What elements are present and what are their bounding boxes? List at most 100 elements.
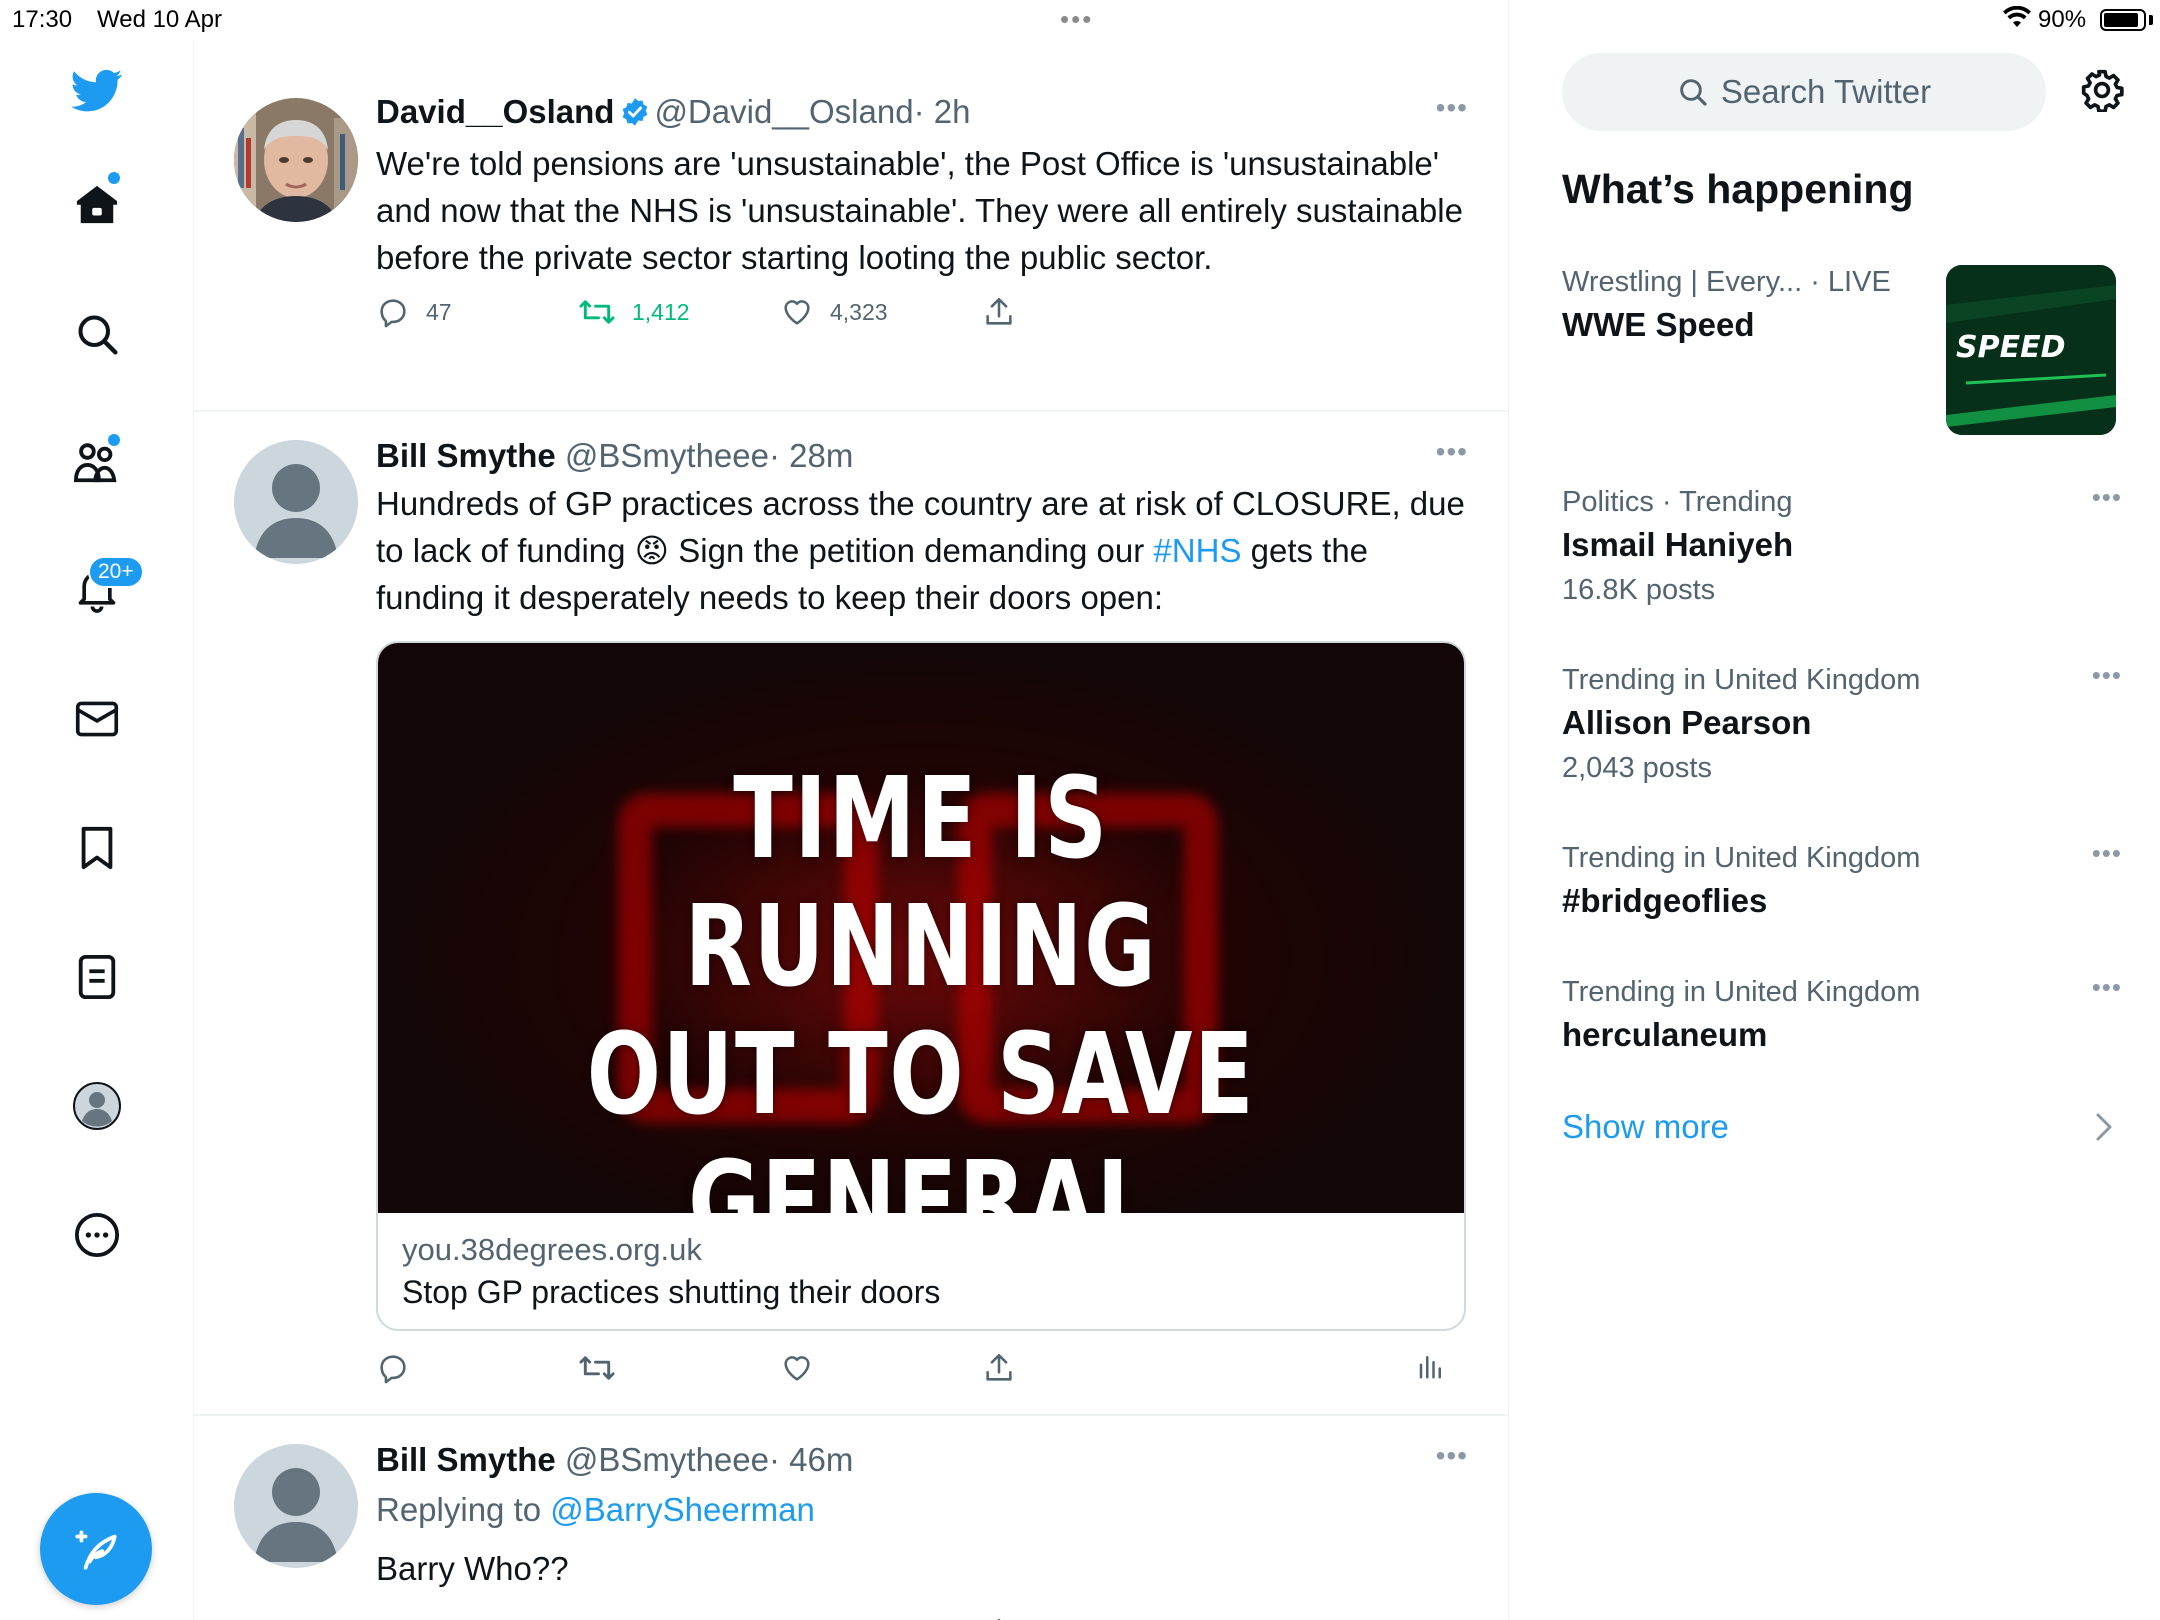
tweet-header: David__Osland @David__Osland· 2h	[376, 90, 1466, 138]
search-input[interactable]: Search Twitter	[1562, 53, 2046, 131]
bookmarks-icon[interactable]	[58, 809, 136, 887]
tweet-time[interactable]: · 2h	[914, 93, 971, 130]
whats-happening-title: What’s happening	[1562, 166, 1914, 212]
communities-icon[interactable]	[58, 424, 136, 502]
battery-percent: 90%	[2038, 6, 2087, 33]
avatar[interactable]	[234, 1444, 358, 1568]
trend-more-icon[interactable]: •••	[2092, 482, 2122, 513]
home-unread-dot	[108, 172, 120, 184]
multitasking-dots-icon[interactable]: •••	[1060, 4, 1093, 35]
notifications-badge: 20+	[88, 556, 144, 588]
trend-item[interactable]: Trending in United Kingdom herculaneum •…	[1562, 972, 2122, 1058]
retweet-button[interactable]	[578, 1616, 632, 1620]
share-button[interactable]	[982, 295, 1032, 329]
retweet-icon	[579, 1356, 615, 1380]
tweet-actions	[376, 1351, 1466, 1391]
trend-item[interactable]: Wrestling | Every... · LIVE WWE Speed	[1562, 262, 1922, 348]
chevron-right-icon[interactable]	[2094, 1112, 2114, 1147]
link-card-meta: you.38degrees.org.uk Stop GP practices s…	[378, 1213, 1464, 1329]
trend-context: Trending in United Kingdom	[1562, 664, 1921, 696]
search-icon	[1680, 79, 1707, 106]
tweet[interactable]: Bill Smythe @BSmytheee· 46m Replying to …	[194, 1416, 1508, 1620]
retweet-button[interactable]: 1,412	[578, 295, 690, 329]
compose-tweet-button[interactable]	[40, 1493, 152, 1605]
retweet-button[interactable]	[578, 1351, 632, 1385]
settings-gear-icon[interactable]	[2080, 68, 2124, 117]
twitter-logo-icon[interactable]	[58, 52, 136, 130]
more-options-icon[interactable]	[58, 1196, 136, 1274]
trend-context: Trending in United Kingdom	[1562, 976, 1921, 1008]
like-button[interactable]	[780, 1616, 830, 1620]
analytics-button[interactable]	[1416, 1351, 1462, 1381]
author-handle[interactable]: @David__Osland	[654, 93, 913, 130]
retweet-icon	[579, 300, 615, 324]
angry-face-emoji: 😡	[634, 532, 670, 569]
verified-badge-icon	[620, 94, 650, 138]
replying-to: Replying to @BarrySheerman	[376, 1486, 1466, 1533]
trend-more-icon[interactable]: •••	[2092, 660, 2122, 691]
avatar[interactable]	[234, 98, 358, 222]
trend-post-count: 16.8K posts	[1562, 574, 1716, 606]
status-time: 17:30	[12, 6, 73, 33]
replying-to-link[interactable]: @BarrySheerman	[550, 1491, 815, 1528]
compose-feather-icon	[75, 1530, 117, 1570]
lists-icon[interactable]	[58, 938, 136, 1016]
communities-unread-dot	[108, 434, 120, 446]
retweet-count: 1,412	[632, 298, 690, 325]
tweet[interactable]: David__Osland @David__Osland· 2h We're to…	[194, 40, 1508, 412]
author-handle[interactable]: @BSmytheee	[565, 1441, 769, 1478]
share-button[interactable]	[982, 1351, 1032, 1385]
trend-item[interactable]: Trending in United Kingdom #bridgeoflies…	[1562, 838, 2122, 924]
trend-more-icon[interactable]: •••	[2092, 838, 2122, 869]
link-card[interactable]: TIME IS RUNNING OUT TO SAVE GENERAL PRAC…	[376, 641, 1466, 1331]
tweet-time[interactable]: · 28m	[769, 437, 853, 474]
link-card-image: TIME IS RUNNING OUT TO SAVE GENERAL PRAC…	[378, 643, 1464, 1213]
search-icon[interactable]	[58, 295, 136, 373]
battery-icon	[2100, 9, 2146, 31]
tweet-more-icon[interactable]: •••	[1436, 92, 1468, 124]
wifi-icon	[2002, 5, 2032, 35]
show-more-link[interactable]: Show more	[1562, 1108, 1729, 1146]
reply-button[interactable]	[376, 1351, 426, 1385]
trend-thumbnail[interactable]: SPEED	[1946, 265, 2116, 435]
home-icon[interactable]	[58, 166, 136, 244]
tweet-header: Bill Smythe @BSmytheee· 46m	[376, 1438, 1466, 1482]
trend-context: Trending in United Kingdom	[1562, 842, 1921, 874]
tweet-text: Barry Who??	[376, 1550, 569, 1587]
reply-count: 47	[426, 298, 452, 325]
author-handle[interactable]: @BSmytheee	[565, 437, 769, 474]
tweet-time[interactable]: · 46m	[769, 1441, 853, 1478]
replying-to-label: Replying to	[376, 1491, 551, 1528]
like-button[interactable]	[780, 1351, 830, 1385]
share-button[interactable]	[982, 1616, 1032, 1620]
tweet-more-icon[interactable]: •••	[1436, 1440, 1468, 1472]
tweet-text-part: Sign the petition demanding our	[669, 532, 1154, 569]
card-headline: TIME IS RUNNING OUT TO SAVE GENERAL PRAC…	[497, 755, 1344, 1213]
trend-more-icon[interactable]: •••	[2092, 972, 2122, 1003]
messages-icon[interactable]	[58, 680, 136, 758]
tweet[interactable]: Bill Smythe @BSmytheee· 28m Hundreds of …	[194, 412, 1508, 1416]
hashtag-link[interactable]: #NHS	[1153, 532, 1241, 569]
author-name[interactable]: Bill Smythe	[376, 437, 556, 474]
author-name[interactable]: Bill Smythe	[376, 1441, 556, 1478]
reply-button[interactable]: 47	[376, 295, 452, 329]
tweet-more-icon[interactable]: •••	[1436, 436, 1468, 468]
tweet-text: Hundreds of GP practices across the coun…	[376, 480, 1466, 621]
timeline[interactable]: David__Osland @David__Osland· 2h We're to…	[194, 40, 1508, 1620]
tweet-header: Bill Smythe @BSmytheee· 28m	[376, 434, 1466, 478]
tweet-text: We're told pensions are 'unsustainable',…	[376, 145, 1463, 276]
author-name[interactable]: David__Osland	[376, 93, 614, 130]
reply-icon	[376, 1616, 410, 1620]
analytics-icon	[1419, 1356, 1441, 1379]
profile-avatar-icon[interactable]	[58, 1067, 136, 1145]
like-button[interactable]: 4,323	[780, 295, 888, 329]
trend-name: Allison Pearson	[1562, 704, 1812, 741]
trend-item[interactable]: Politics · Trending Ismail Haniyeh 16.8K…	[1562, 482, 2122, 612]
trend-item[interactable]: Trending in United Kingdom Allison Pears…	[1562, 660, 2122, 790]
status-bar: 17:30 Wed 10 Apr ••• 90%	[0, 0, 2160, 40]
trend-context: Wrestling | Every... · LIVE	[1562, 262, 1922, 302]
avatar[interactable]	[234, 440, 358, 564]
reply-button[interactable]	[376, 1616, 426, 1620]
share-icon	[986, 297, 1012, 325]
like-count: 4,323	[830, 298, 888, 325]
